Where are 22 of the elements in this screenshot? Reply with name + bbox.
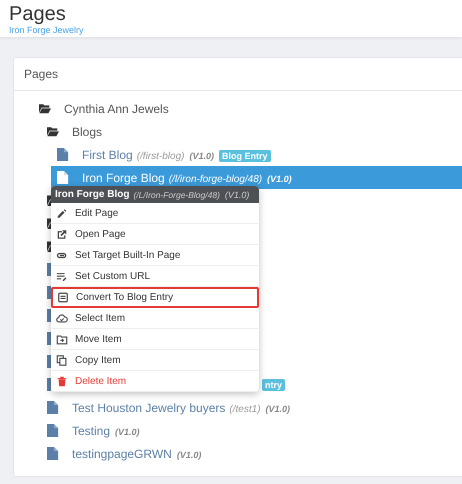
tree-item-label: Test Houston Jewelry buyers xyxy=(72,400,226,414)
page-version: (V1.0) xyxy=(115,426,140,436)
tree-item-label: Blogs xyxy=(72,124,102,138)
page-path: (/l/iron-forge-blog/48) xyxy=(168,174,262,184)
tree-item-label: testingpageGRWN xyxy=(72,446,172,460)
menu-title: Iron Forge Blog xyxy=(55,189,130,200)
blog-entry-badge: Blog Entry xyxy=(219,150,271,162)
tree-item-label: Cynthia Ann Jewels xyxy=(64,102,169,116)
tree-item-label: First Blog xyxy=(82,148,133,162)
blog-entry-badge: ntry xyxy=(262,378,286,390)
page-path: (/first-blog) xyxy=(136,150,184,162)
card-title: Pages xyxy=(24,67,58,81)
page-path: (/test1) xyxy=(229,404,261,414)
tree-item-label: Testing xyxy=(72,424,110,438)
menu-path: (/L/Iron-Forge-Blog/48) xyxy=(133,190,220,200)
tree-item-label: Iron Forge Blog xyxy=(82,170,165,184)
page-version: (V1.0) xyxy=(267,174,292,184)
page-version: (V1.0) xyxy=(176,450,202,460)
page-version: (V1.0) xyxy=(266,404,290,414)
menu-version: (V1.0) xyxy=(224,190,250,200)
page-title: Pages xyxy=(9,3,66,25)
page-version: (V1.0) xyxy=(189,150,214,160)
